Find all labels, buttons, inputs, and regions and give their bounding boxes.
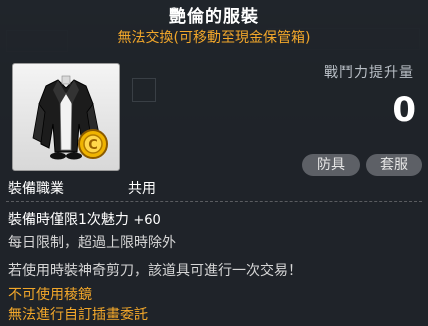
charm-effect-text: 裝備時僅限1次魅力 <box>8 212 129 228</box>
charm-effect: 裝備時僅限1次魅力 +60 <box>8 209 161 229</box>
power-increase-label: 戰鬥力提升量 <box>324 65 414 81</box>
divider <box>6 201 422 202</box>
black-coat-with-gold-coin-icon: C <box>32 75 108 160</box>
item-name: 艷倫的服裝 <box>169 7 259 27</box>
tag-armor: 防具 <box>302 154 360 176</box>
tag-outfit: 套服 <box>366 154 422 176</box>
svg-text:C: C <box>88 138 98 153</box>
item-tooltip: 艷倫的服裝 無法交換(可移動至現金保管箱) C 戰鬥力提升量 0 防具 套服 裝… <box>0 0 428 326</box>
charm-bonus: +60 <box>133 213 161 228</box>
daily-limit: 每日限制，超過上限時除外 <box>8 235 176 251</box>
scissors-note: 若使用時裝神奇剪刀，該道具可進行一次交易！ <box>8 263 302 279</box>
item-icon-frame: C <box>12 63 120 171</box>
power-increase-value: 0 <box>392 90 416 130</box>
custom-art-restriction: 無法進行自訂插畫委託 <box>8 307 148 323</box>
job-value: 共用 <box>128 181 156 197</box>
job-label: 裝備職業 <box>8 181 64 197</box>
prism-restriction: 不可使用稜鏡 <box>8 287 92 303</box>
trade-restriction: 無法交換(可移動至現金保管箱) <box>117 30 311 46</box>
background-slot-icon <box>132 78 156 102</box>
